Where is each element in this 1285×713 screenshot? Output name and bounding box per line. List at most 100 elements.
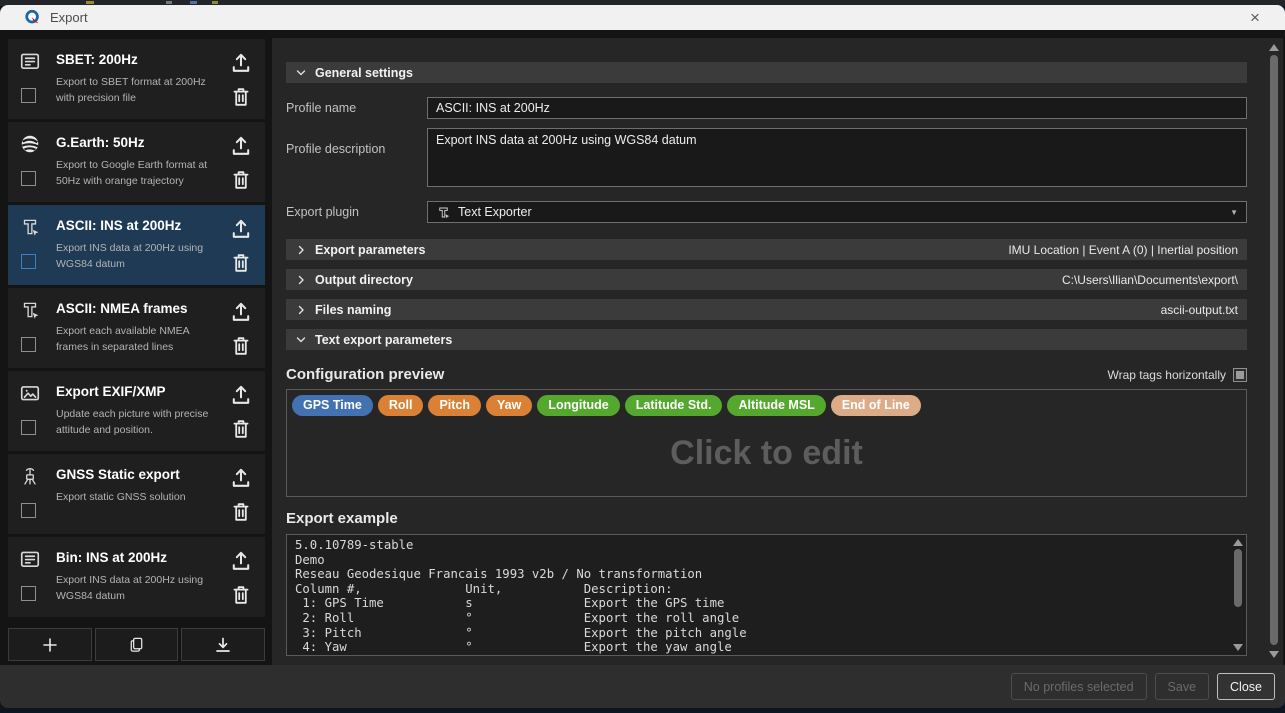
profile-card-ascii-ins[interactable]: ASCII: INS at 200Hz Export INS data at 2… <box>8 205 265 285</box>
tag-pill-pitch[interactable]: Pitch <box>428 395 481 416</box>
close-dialog-button[interactable]: Close <box>1217 673 1275 700</box>
add-profile-button[interactable] <box>8 628 92 661</box>
profile-checkbox[interactable] <box>21 171 36 186</box>
profile-description: Export each available NMEA frames in sep… <box>56 324 216 356</box>
scroll-up-icon[interactable] <box>1233 539 1243 546</box>
dialog-footer: No profiles selected Save Close <box>0 665 1285 708</box>
profile-title: Bin: INS at 200Hz <box>56 550 167 565</box>
chevron-right-icon <box>295 244 307 256</box>
profile-card-gnss-static[interactable]: GNSS Static export Export static GNSS so… <box>8 454 265 534</box>
tag-pill-end-of-line[interactable]: End of Line <box>831 395 921 416</box>
export-example-box: 5.0.10789-stable Demo Reseau Geodesique … <box>286 534 1247 656</box>
section-text-export-parameters[interactable]: Text export parameters <box>286 329 1247 350</box>
section-summary: ascii-output.txt <box>1161 303 1238 317</box>
tag-pill-roll[interactable]: Roll <box>378 395 424 416</box>
example-scrollbar[interactable] <box>1231 536 1245 654</box>
export-example-title: Export example <box>286 510 1247 527</box>
scroll-up-icon[interactable] <box>1269 44 1279 51</box>
export-profiles-sidebar: SBET: 200Hz Export to SBET format at 200… <box>8 39 265 661</box>
wrap-tags-checkbox[interactable] <box>1233 368 1247 382</box>
section-files-naming[interactable]: Files naming ascii-output.txt <box>286 299 1247 320</box>
text-exporter-icon <box>19 216 41 238</box>
delete-profile-button[interactable] <box>229 251 253 275</box>
tag-pill-longitude[interactable]: Longitude <box>537 395 619 416</box>
scroll-down-icon[interactable] <box>1269 651 1279 658</box>
preview-placeholder: Click to edit <box>292 416 1241 491</box>
configuration-preview-header: Configuration preview Wrap tags horizont… <box>286 366 1247 383</box>
profile-description: Export to Google Earth format at 50Hz wi… <box>56 158 216 190</box>
profile-card-ascii-nmea[interactable]: ASCII: NMEA frames Export each available… <box>8 288 265 368</box>
tag-pill-latitude-std[interactable]: Latitude Std. <box>625 395 723 416</box>
profile-checkbox[interactable] <box>21 254 36 269</box>
google-earth-icon <box>19 133 41 155</box>
export-dialog-window: Export × SBET: 200Hz Export to SBET form… <box>0 0 1285 713</box>
profile-checkbox[interactable] <box>21 88 36 103</box>
text-exporter-icon <box>436 205 451 220</box>
profile-card-gearth[interactable]: G.Earth: 50Hz Export to Google Earth for… <box>8 122 265 202</box>
profile-card-exif[interactable]: Export EXIF/XMP Update each picture with… <box>8 371 265 451</box>
profile-checkbox[interactable] <box>21 503 36 518</box>
profile-description: Export static GNSS solution <box>56 490 216 506</box>
section-output-directory[interactable]: Output directory C:\Users\Ilian\Document… <box>286 269 1247 290</box>
profile-title: ASCII: INS at 200Hz <box>56 218 181 233</box>
main-scrollbar[interactable] <box>1267 41 1281 661</box>
delete-profile-button[interactable] <box>229 168 253 192</box>
chevron-down-icon <box>295 334 307 346</box>
text-exporter-icon <box>19 299 41 321</box>
section-title: Export parameters <box>315 243 425 257</box>
tag-pill-altitude-msl[interactable]: Altitude MSL <box>727 395 825 416</box>
delete-profile-button[interactable] <box>229 583 253 607</box>
download-icon <box>213 635 233 655</box>
export-profile-button[interactable] <box>229 134 253 158</box>
profile-description: Export INS data at 200Hz using WGS84 dat… <box>56 573 216 605</box>
tag-pill-yaw[interactable]: Yaw <box>486 395 532 416</box>
document-list-icon <box>19 50 41 72</box>
export-plugin-select[interactable]: Text Exporter ▼ <box>427 201 1247 223</box>
copy-icon <box>127 635 146 654</box>
configuration-preview-editor[interactable]: GPS Time Roll Pitch Yaw Longitude Latitu… <box>286 389 1247 497</box>
background-fragment <box>190 1 197 4</box>
configuration-preview-title: Configuration preview <box>286 366 444 383</box>
image-icon <box>19 382 41 404</box>
no-profiles-selected-button: No profiles selected <box>1011 673 1147 700</box>
delete-profile-button[interactable] <box>229 85 253 109</box>
tag-pill-list: GPS Time Roll Pitch Yaw Longitude Latitu… <box>292 395 1241 416</box>
profile-checkbox[interactable] <box>21 420 36 435</box>
section-title: Output directory <box>315 273 413 287</box>
profile-title: G.Earth: 50Hz <box>56 135 145 150</box>
export-profile-button[interactable] <box>229 549 253 573</box>
chevron-down-icon <box>295 67 307 79</box>
profile-title: GNSS Static export <box>56 467 180 482</box>
wrap-tags-label: Wrap tags horizontally <box>1108 368 1227 382</box>
delete-profile-button[interactable] <box>229 500 253 524</box>
profile-description: Export INS data at 200Hz using WGS84 dat… <box>56 241 216 273</box>
export-profile-button[interactable] <box>229 217 253 241</box>
profile-card-bin-ins[interactable]: Bin: INS at 200Hz Export INS data at 200… <box>8 537 265 617</box>
profile-checkbox[interactable] <box>21 586 36 601</box>
profile-description: Export to SBET format at 200Hz with prec… <box>56 75 216 107</box>
profile-name-input[interactable] <box>427 97 1247 119</box>
qinertia-logo-icon <box>24 9 41 26</box>
section-title: General settings <box>315 66 413 80</box>
window-title: Export <box>50 10 88 25</box>
export-profile-button[interactable] <box>229 51 253 75</box>
delete-profile-button[interactable] <box>229 417 253 441</box>
import-profile-button[interactable] <box>181 628 265 661</box>
scrollbar-thumb[interactable] <box>1234 549 1242 607</box>
profile-description-input[interactable]: Export INS data at 200Hz using WGS84 dat… <box>427 128 1247 187</box>
tag-pill-gps-time[interactable]: GPS Time <box>292 395 373 416</box>
chevron-down-icon: ▼ <box>1230 208 1238 217</box>
export-profile-button[interactable] <box>229 466 253 490</box>
background-fragment <box>166 1 172 4</box>
profile-checkbox[interactable] <box>21 337 36 352</box>
duplicate-profile-button[interactable] <box>95 628 179 661</box>
section-export-parameters[interactable]: Export parameters IMU Location | Event A… <box>286 239 1247 260</box>
export-profile-button[interactable] <box>229 383 253 407</box>
scroll-down-icon[interactable] <box>1233 644 1243 651</box>
profile-card-sbet[interactable]: SBET: 200Hz Export to SBET format at 200… <box>8 39 265 119</box>
section-general-settings[interactable]: General settings <box>286 62 1247 83</box>
scrollbar-thumb[interactable] <box>1270 55 1278 645</box>
export-profile-button[interactable] <box>229 300 253 324</box>
close-icon[interactable]: × <box>1241 5 1269 30</box>
delete-profile-button[interactable] <box>229 334 253 358</box>
